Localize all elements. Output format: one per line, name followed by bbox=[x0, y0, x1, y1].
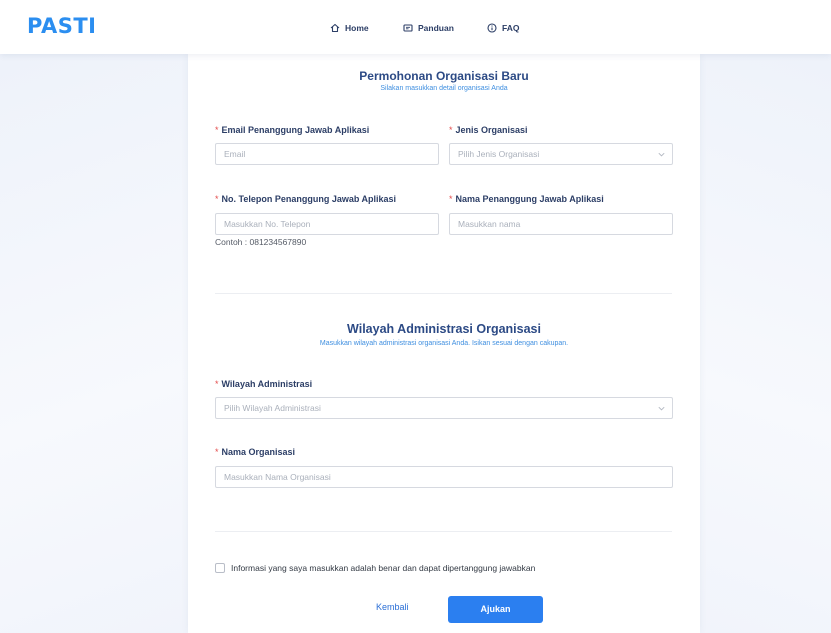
jenis-organisasi-select[interactable]: Pilih Jenis Organisasi bbox=[449, 143, 673, 165]
top-navbar: PASTI Home Panduan FAQ bbox=[0, 0, 831, 54]
required-marker: * bbox=[449, 194, 453, 204]
email-placeholder: Email bbox=[224, 149, 246, 159]
email-label: * Email Penanggung Jawab Aplikasi bbox=[215, 125, 369, 135]
form-card: Permohonan Organisasi Baru Silakan masuk… bbox=[188, 54, 700, 633]
submit-button[interactable]: Ajukan bbox=[448, 596, 543, 623]
region-section-subtitle: Masukkan wilayah administrasi organisasi… bbox=[319, 340, 569, 347]
nav-faq[interactable]: FAQ bbox=[487, 21, 519, 35]
info-circle-icon bbox=[487, 23, 497, 33]
jenis-organisasi-label-text: Jenis Organisasi bbox=[455, 125, 528, 135]
nama-organisasi-label: * Nama Organisasi bbox=[215, 447, 295, 457]
book-icon bbox=[403, 24, 413, 32]
agreement-label: Informasi yang saya masukkan adalah bena… bbox=[231, 563, 536, 573]
pasti-logo[interactable]: PASTI bbox=[27, 14, 96, 38]
jenis-organisasi-placeholder: Pilih Jenis Organisasi bbox=[458, 149, 540, 159]
required-marker: * bbox=[215, 194, 219, 204]
wilayah-placeholder: Pilih Wilayah Administrasi bbox=[224, 403, 321, 413]
agreement-checkbox[interactable] bbox=[215, 563, 225, 573]
required-marker: * bbox=[449, 125, 453, 135]
nav-panduan[interactable]: Panduan bbox=[403, 21, 454, 35]
nama-pj-label-text: Nama Penanggung Jawab Aplikasi bbox=[455, 194, 604, 204]
chevron-down-icon bbox=[658, 152, 665, 157]
region-section-title: Wilayah Administrasi Organisasi bbox=[347, 322, 541, 336]
nav-home[interactable]: Home bbox=[330, 21, 369, 35]
email-field[interactable]: Email bbox=[215, 143, 439, 165]
section-divider bbox=[215, 293, 672, 294]
telepon-field[interactable]: Masukkan No. Telepon bbox=[215, 213, 439, 235]
wilayah-label-text: Wilayah Administrasi bbox=[221, 379, 313, 389]
form-subtitle: Silakan masukkan detail organisasi Anda bbox=[380, 85, 508, 92]
nama-pj-placeholder: Masukkan nama bbox=[458, 219, 521, 229]
nama-organisasi-placeholder: Masukkan Nama Organisasi bbox=[224, 472, 331, 482]
jenis-organisasi-label: * Jenis Organisasi bbox=[449, 125, 528, 135]
nav-panduan-label: Panduan bbox=[418, 23, 454, 33]
background-right bbox=[700, 54, 831, 633]
required-marker: * bbox=[215, 125, 219, 135]
home-icon bbox=[330, 23, 340, 33]
nama-pj-label: * Nama Penanggung Jawab Aplikasi bbox=[449, 194, 604, 204]
telepon-hint: Contoh : 081234567890 bbox=[215, 237, 307, 247]
wilayah-label: * Wilayah Administrasi bbox=[215, 379, 312, 389]
nama-pj-field[interactable]: Masukkan nama bbox=[449, 213, 673, 235]
email-label-text: Email Penanggung Jawab Aplikasi bbox=[221, 125, 370, 135]
required-marker: * bbox=[215, 447, 219, 457]
form-title: Permohonan Organisasi Baru bbox=[359, 69, 529, 83]
nav-home-label: Home bbox=[345, 23, 369, 33]
nama-organisasi-field[interactable]: Masukkan Nama Organisasi bbox=[215, 466, 673, 488]
required-marker: * bbox=[215, 379, 219, 389]
wilayah-select[interactable]: Pilih Wilayah Administrasi bbox=[215, 397, 673, 419]
telepon-label: * No. Telepon Penanggung Jawab Aplikasi bbox=[215, 194, 396, 204]
nama-organisasi-label-text: Nama Organisasi bbox=[221, 447, 296, 457]
back-button[interactable]: Kembali bbox=[376, 602, 409, 612]
chevron-down-icon bbox=[658, 406, 665, 411]
telepon-placeholder: Masukkan No. Telepon bbox=[224, 219, 311, 229]
background-left bbox=[0, 54, 188, 633]
telepon-label-text: No. Telepon Penanggung Jawab Aplikasi bbox=[221, 194, 397, 204]
nav-faq-label: FAQ bbox=[502, 23, 520, 33]
section-divider bbox=[215, 531, 672, 532]
